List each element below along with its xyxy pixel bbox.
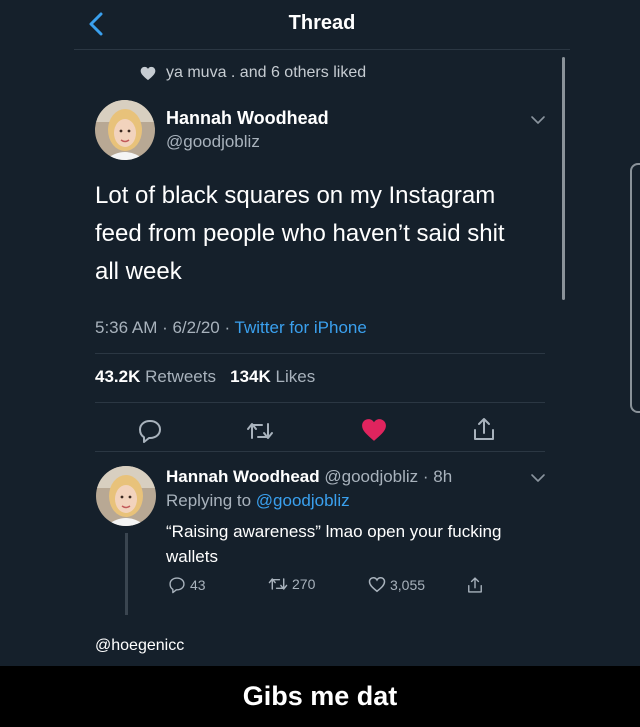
social-context-text: ya muva . and 6 others liked <box>166 64 367 81</box>
avatar[interactable] <box>95 100 155 160</box>
chevron-down-icon <box>531 116 545 124</box>
reply-retweets-count: 270 <box>292 576 316 592</box>
tweet-text: Lot of black squares on my Instagram fee… <box>95 182 505 285</box>
divider <box>95 402 545 403</box>
meme-caption: Gibs me dat <box>242 681 398 711</box>
caption-bar: Gibs me dat <box>0 666 640 727</box>
chevron-down-icon <box>531 474 545 482</box>
reply-reply-button[interactable]: 43 <box>168 576 206 594</box>
scrollbar[interactable] <box>562 57 565 300</box>
reply-author-meta: @goodjobliz · 8h <box>319 467 453 486</box>
comment-icon <box>139 420 161 443</box>
like-button[interactable] <box>361 418 387 442</box>
replying-prefix: Replying to <box>166 491 256 510</box>
reply-menu-button[interactable] <box>530 470 546 488</box>
tweet-meta: 5:36 AM · 6/2/20 · Twitter for iPhone <box>95 318 367 338</box>
social-context: ya muva . and 6 others liked <box>140 64 366 82</box>
reply-retweet-button[interactable]: 270 <box>268 576 315 592</box>
replying-to: Replying to @goodjobliz <box>166 491 350 511</box>
comment-icon <box>169 577 185 594</box>
reply-share-button[interactable] <box>466 576 484 594</box>
divider <box>95 353 545 354</box>
reply-likes-count: 3,055 <box>390 576 426 593</box>
likes-label: Likes <box>270 367 316 386</box>
retweets-label: Retweets <box>140 367 216 386</box>
tweet-menu-button[interactable] <box>530 112 546 130</box>
avatar-image <box>96 466 156 526</box>
author-name[interactable]: Hannah Woodhead <box>166 108 329 129</box>
reply-author-name[interactable]: Hannah Woodhead <box>166 467 320 486</box>
retweet-icon <box>247 423 273 439</box>
likes-stat[interactable]: 134K Likes <box>230 367 315 386</box>
reply-text: “Raising awareness” lmao open your fucki… <box>166 522 502 566</box>
credit-watermark: @hoegenicc <box>95 637 185 654</box>
retweets-count: 43.2K <box>95 367 141 386</box>
heart-outline-icon <box>368 576 386 593</box>
reply-like-button[interactable]: 3,055 <box>368 576 425 593</box>
reply-header: Hannah Woodhead @goodjobliz · 8h <box>166 467 452 487</box>
heart-icon <box>140 66 156 80</box>
twitter-screen: Thread ya muva . and 6 others liked Hann… <box>0 0 640 666</box>
thread-header: Thread <box>74 0 570 50</box>
share-icon <box>468 577 482 593</box>
retweets-stat[interactable]: 43.2K Retweets <box>95 367 216 386</box>
heart-icon <box>362 419 386 441</box>
avatar-image <box>95 100 155 160</box>
share-button[interactable] <box>471 416 497 442</box>
page-title: Thread <box>288 12 356 34</box>
tweet-stats: 43.2K Retweets 134K Likes <box>95 367 315 387</box>
tweet-source-link[interactable]: Twitter for iPhone <box>235 318 367 337</box>
tweet-timestamp: 5:36 AM · 6/2/20 · <box>95 318 235 337</box>
retweet-button[interactable] <box>246 420 274 442</box>
author-handle[interactable]: @goodjobliz <box>166 132 260 152</box>
share-icon <box>474 418 494 440</box>
retweet-icon <box>268 578 288 590</box>
likes-count: 134K <box>230 367 271 386</box>
reply-button[interactable] <box>137 418 163 444</box>
reply-replies-count: 43 <box>190 577 206 593</box>
thread-connector-line <box>125 533 128 615</box>
avatar[interactable] <box>96 466 156 526</box>
replying-handle-link[interactable]: @goodjobliz <box>256 491 350 510</box>
divider <box>95 451 545 452</box>
device-edge <box>630 163 640 413</box>
